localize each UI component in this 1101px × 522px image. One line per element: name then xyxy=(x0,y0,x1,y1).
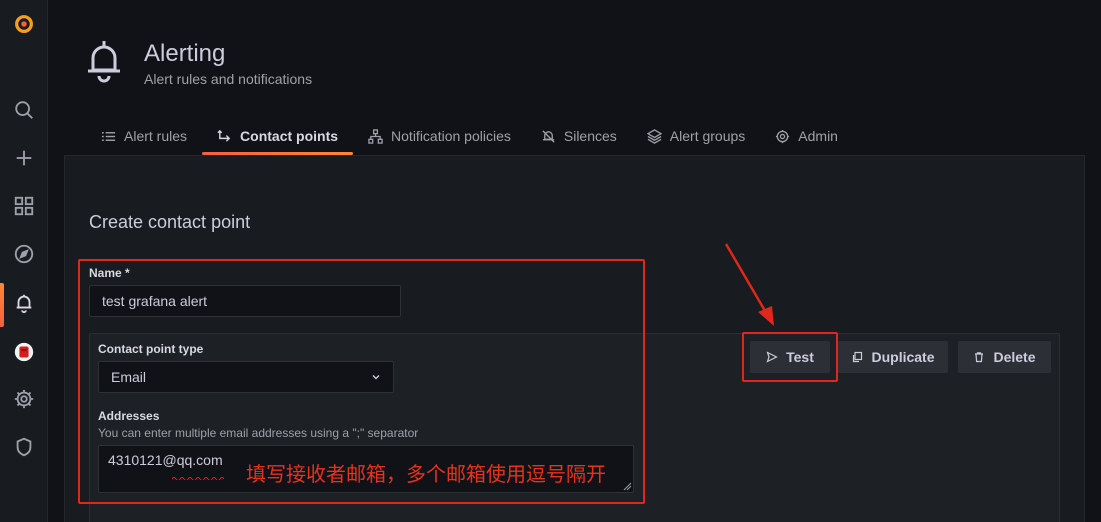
trash-icon xyxy=(975,352,984,363)
grafana-logo-icon xyxy=(15,14,33,33)
user-avatar[interactable] xyxy=(0,332,48,372)
dashboards-icon[interactable] xyxy=(0,186,48,226)
tab-label: Admin xyxy=(798,128,838,144)
duplicate-button[interactable]: Duplicate xyxy=(838,341,948,373)
gear-icon[interactable] xyxy=(0,379,48,419)
tab-silences[interactable]: Silences xyxy=(526,118,632,154)
tab-notification-policies[interactable]: Notification policies xyxy=(353,118,526,154)
tab-alert-groups[interactable]: Alert groups xyxy=(632,118,760,154)
scrollbar[interactable] xyxy=(1087,0,1101,522)
page-title: Alerting xyxy=(144,40,226,67)
shield-icon[interactable] xyxy=(0,427,48,467)
tab-alert-rules[interactable]: Alert rules xyxy=(86,118,202,154)
annotation-note: 填写接收者邮箱，多个邮箱使用逗号隔开 xyxy=(246,464,606,486)
layer-group-icon xyxy=(646,128,662,144)
alerting-bell-icon[interactable] xyxy=(0,283,48,323)
copy-icon xyxy=(853,351,863,363)
comment-arrow-icon xyxy=(217,129,231,142)
delete-button-label: Delete xyxy=(993,349,1036,365)
tab-admin[interactable]: Admin xyxy=(760,118,853,154)
tab-label: Silences xyxy=(563,128,617,144)
tab-label: Notification policies xyxy=(391,128,511,144)
search-icon[interactable] xyxy=(0,90,48,130)
list-icon xyxy=(101,131,116,141)
duplicate-button-label: Duplicate xyxy=(871,349,935,365)
tab-label: Alert rules xyxy=(124,128,188,144)
explore-icon[interactable] xyxy=(0,234,48,274)
tab-label: Contact points xyxy=(240,128,339,144)
bell-slash-icon xyxy=(542,129,555,143)
sidebar xyxy=(0,0,48,522)
tab-label: Alert groups xyxy=(669,128,746,144)
annotation-highlight-test xyxy=(742,332,838,382)
sitemap-icon xyxy=(368,128,383,144)
cog-icon xyxy=(776,129,790,143)
alerting-header-bell-icon xyxy=(88,41,120,83)
delete-button[interactable]: Delete xyxy=(958,341,1051,373)
annotation-arrow-icon xyxy=(724,243,774,326)
plus-icon[interactable] xyxy=(0,138,48,178)
tab-bar: Alert rules Contact points Notification … xyxy=(86,118,853,156)
section-title: Create contact point xyxy=(89,212,251,232)
tab-contact-points[interactable]: Contact points xyxy=(202,118,354,155)
grafana-logo-icon[interactable] xyxy=(0,4,48,44)
page-subtitle: Alert rules and notifications xyxy=(144,71,313,87)
next-field-label-partial xyxy=(96,513,256,522)
